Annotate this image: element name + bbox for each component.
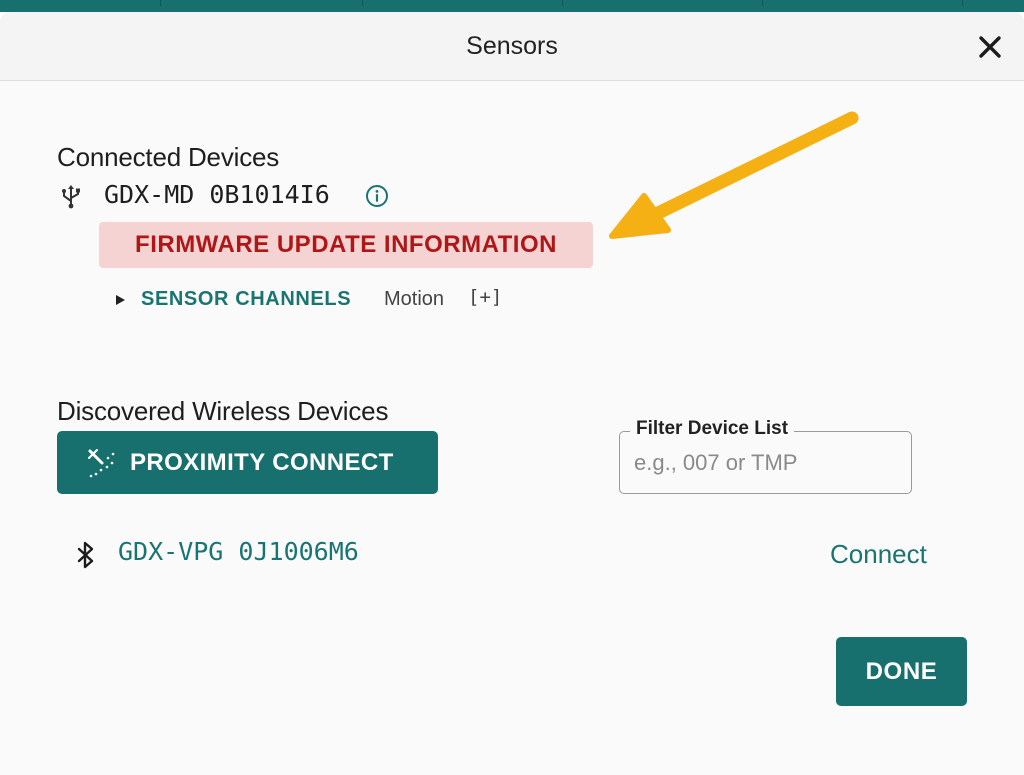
filter-input[interactable]	[634, 448, 894, 478]
sensor-channels-toggle[interactable]: SENSOR CHANNELS	[141, 288, 351, 311]
dialog-title: Sensors	[466, 32, 558, 60]
info-icon[interactable]	[365, 184, 389, 208]
proximity-wand-icon	[87, 448, 117, 478]
sensor-channel-value: Motion	[384, 288, 445, 310]
proximity-connect-label: PROXIMITY CONNECT	[130, 449, 394, 476]
close-icon[interactable]	[974, 31, 1006, 63]
dialog-header: Sensors	[0, 12, 1024, 81]
connected-device-name: GDX-MD 0B1014I6	[104, 180, 330, 209]
connect-link[interactable]: Connect	[830, 539, 927, 570]
proximity-connect-button[interactable]: PROXIMITY CONNECT	[57, 431, 438, 494]
bluetooth-icon	[76, 541, 96, 569]
filter-device-list: Filter Device List	[619, 418, 912, 494]
usb-icon	[60, 183, 82, 209]
wireless-devices-heading: Discovered Wireless Devices	[57, 396, 389, 426]
expand-triangle-icon[interactable]	[116, 295, 125, 305]
connected-devices-heading: Connected Devices	[57, 142, 280, 172]
background-app-strip	[0, 0, 1024, 12]
done-button[interactable]: DONE	[836, 637, 967, 706]
firmware-update-banner[interactable]: FIRMWARE UPDATE INFORMATION	[99, 222, 593, 268]
expand-channels-button[interactable]: [+]	[468, 286, 502, 308]
wireless-device-name[interactable]: GDX-VPG 0J1006M6	[118, 537, 359, 566]
filter-label: Filter Device List	[630, 418, 795, 440]
